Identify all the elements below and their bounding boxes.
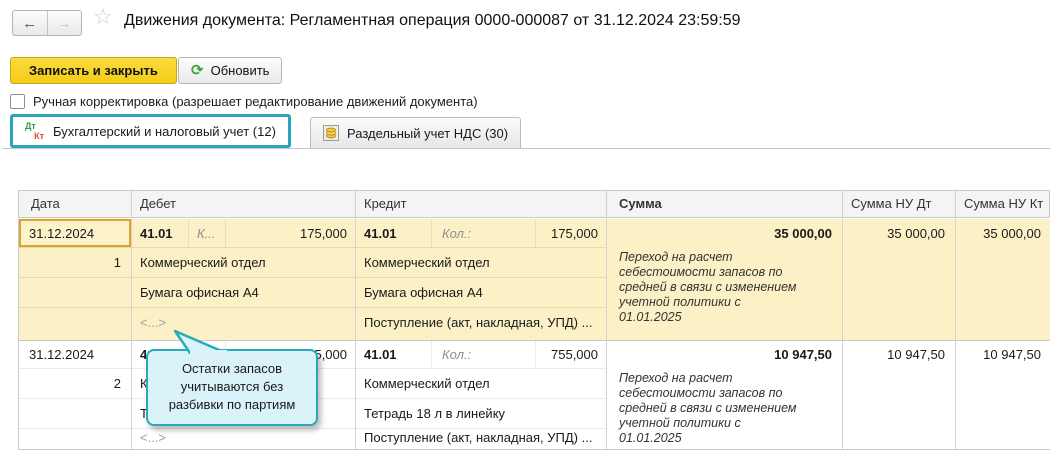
credit-qty-label: Кол.: [432, 341, 536, 368]
dt-kt-icon: Дт Кт [25, 122, 44, 141]
credit-account-cell[interactable]: 41.01 [356, 219, 432, 247]
table-row[interactable]: 31.12.2024 1 41.01 К... 175,000 Коммерче… [18, 219, 1050, 341]
tooltip-tail [166, 329, 236, 355]
manual-adjustment-label: Ручная корректировка (разрешает редактир… [33, 94, 478, 109]
favorite-star-icon[interactable]: ☆ [93, 6, 113, 28]
hint-tooltip-text: Остатки запасов учитываются без разбивки… [169, 361, 296, 412]
row-number: 2 [19, 369, 131, 399]
credit-analytics-cell[interactable]: Поступление (акт, накладная, УПД) ... [356, 308, 606, 340]
date-column: 31.12.2024 2 [19, 341, 132, 449]
debit-qty-label: К... [189, 219, 226, 247]
column-header-sum[interactable]: Сумма [607, 191, 843, 217]
sum-nu-dt-cell[interactable]: 35 000,00 [843, 219, 955, 248]
refresh-icon: ⟳ [191, 63, 204, 78]
sum-nu-kt-cell[interactable]: 35 000,00 [956, 219, 1050, 248]
sum-nu-kt-cell[interactable]: 10 947,50 [956, 341, 1050, 369]
sum-column: 10 947,50 Переход на расчет себестоимост… [607, 341, 843, 449]
debit-analytics-cell[interactable]: Коммерческий отдел [132, 248, 355, 278]
tab-accounting-tax-label: Бухгалтерский и налоговый учет (12) [53, 124, 276, 139]
debit-analytics-cell[interactable]: Бумага офисная А4 [132, 278, 355, 308]
date-cell[interactable]: 31.12.2024 [19, 341, 131, 369]
sum-nu-kt-column: 10 947,50 [956, 341, 1050, 449]
column-header-sum-nu-kt[interactable]: Сумма НУ Кт [956, 191, 1050, 217]
nav-button-group: ← → [12, 10, 82, 36]
credit-qty-label: Кол.: [432, 219, 536, 247]
page-title: Движения документа: Регламентная операци… [124, 12, 741, 30]
tab-strip-divider [2, 148, 1050, 149]
credit-analytics-cell[interactable]: Поступление (акт, накладная, УПД) ... [356, 429, 606, 449]
credit-account-cell[interactable]: 41.01 [356, 341, 432, 368]
date-column: 31.12.2024 1 [19, 219, 132, 340]
sum-cell[interactable]: 10 947,50 [607, 341, 842, 369]
debit-qty-cell[interactable]: 175,000 [226, 219, 355, 247]
column-header-debit[interactable]: Дебет [132, 191, 356, 217]
date-cell-selected[interactable]: 31.12.2024 [19, 219, 131, 247]
debit-column: 41.01 К... 175,000 Коммерческий отдел Бу… [132, 219, 356, 340]
coins-icon [323, 125, 339, 141]
hint-tooltip: Остатки запасов учитываются без разбивки… [146, 349, 318, 426]
credit-qty-cell[interactable]: 755,000 [536, 341, 606, 368]
tab-vat-separate[interactable]: Раздельный учет НДС (30) [310, 117, 521, 148]
tab-vat-separate-label: Раздельный учет НДС (30) [347, 126, 508, 141]
forward-button[interactable]: → [47, 11, 82, 35]
sum-nu-dt-cell[interactable]: 10 947,50 [843, 341, 955, 369]
document-movements-window: ← → ☆ Движения документа: Регламентная о… [0, 0, 1050, 455]
column-header-credit[interactable]: Кредит [356, 191, 607, 217]
table-header: Дата Дебет Кредит Сумма Сумма НУ Дт Сумм… [18, 190, 1050, 218]
sum-nu-dt-column: 10 947,50 [843, 341, 956, 449]
operation-comment: Переход на расчет себестоимости запасов … [607, 248, 804, 325]
tab-accounting-tax[interactable]: Дт Кт Бухгалтерский и налоговый учет (12… [10, 114, 291, 148]
refresh-button[interactable]: ⟳ Обновить [178, 57, 282, 84]
row-number: 1 [19, 248, 131, 278]
operation-comment: Переход на расчет себестоимости запасов … [607, 369, 804, 446]
credit-column: 41.01 Кол.: 175,000 Коммерческий отдел Б… [356, 219, 607, 340]
save-close-button[interactable]: Записать и закрыть [10, 57, 177, 84]
sum-nu-kt-column: 35 000,00 [956, 219, 1050, 340]
sum-nu-dt-column: 35 000,00 [843, 219, 956, 340]
column-header-date[interactable]: Дата [19, 191, 132, 217]
credit-analytics-cell[interactable]: Бумага офисная А4 [356, 278, 606, 308]
credit-analytics-cell[interactable]: Тетрадь 18 л в линейку [356, 399, 606, 429]
credit-analytics-cell[interactable]: Коммерческий отдел [356, 369, 606, 399]
manual-adjustment-row: Ручная корректировка (разрешает редактир… [10, 94, 478, 109]
debit-analytics-empty-cell[interactable]: <...> [132, 429, 355, 449]
credit-column: 41.01 Кол.: 755,000 Коммерческий отдел Т… [356, 341, 607, 449]
refresh-button-label: Обновить [211, 63, 270, 78]
credit-analytics-cell[interactable]: Коммерческий отдел [356, 248, 606, 278]
back-button[interactable]: ← [13, 11, 47, 35]
sum-column: 35 000,00 Переход на расчет себестоимост… [607, 219, 843, 340]
forward-arrow-icon: → [57, 16, 72, 31]
manual-adjustment-checkbox[interactable] [10, 94, 25, 109]
sum-cell[interactable]: 35 000,00 [607, 219, 842, 248]
column-header-sum-nu-dt[interactable]: Сумма НУ Дт [843, 191, 956, 217]
credit-qty-cell[interactable]: 175,000 [536, 219, 606, 247]
debit-account-cell[interactable]: 41.01 [132, 219, 189, 247]
back-arrow-icon: ← [22, 16, 37, 31]
